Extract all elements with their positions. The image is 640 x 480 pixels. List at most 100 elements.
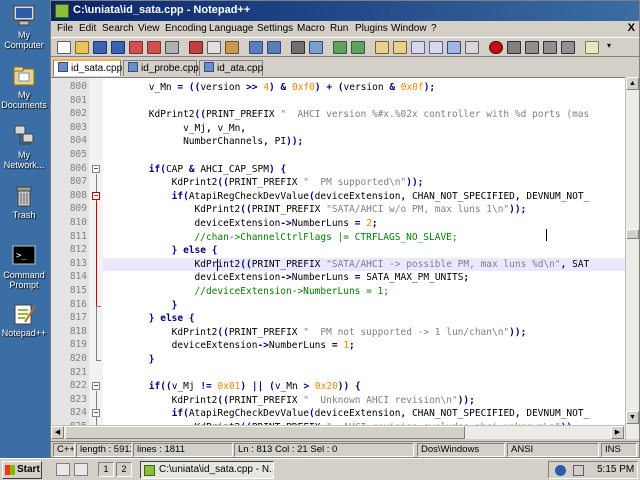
scroll-right-icon[interactable]: ▶ <box>611 426 624 439</box>
taskbar-item-notepadpp[interactable]: C:\uniata\id_sata.cpp - N... <box>140 461 274 479</box>
clock[interactable]: 5:15 PM <box>597 464 634 475</box>
menu-view[interactable]: View <box>138 23 160 34</box>
save-macro-icon[interactable] <box>561 41 575 54</box>
menu-encoding[interactable]: Encoding <box>165 23 207 34</box>
menu-search[interactable]: Search <box>102 23 134 34</box>
fold-toggle-icon[interactable]: − <box>92 164 100 173</box>
new-file-icon[interactable] <box>57 41 71 54</box>
desktop-icon-notepadpp[interactable]: Notepad++ <box>0 302 48 338</box>
code-line[interactable]: KdPrint2((PRINT_PREFIX "SATA/AHCI w/o PM… <box>103 203 625 217</box>
open-file-icon[interactable] <box>75 41 89 54</box>
scroll-left-icon[interactable]: ◀ <box>51 426 64 439</box>
code-line[interactable] <box>103 149 625 163</box>
menu-edit[interactable]: Edit <box>79 23 96 34</box>
zoom-out-icon[interactable] <box>351 41 365 54</box>
find-icon[interactable] <box>291 41 305 54</box>
code-editor[interactable]: 800 801 802 803 804 805 806 807 808 809 810 811 812 8… <box>51 77 625 439</box>
menu-settings[interactable]: Settings <box>257 23 293 34</box>
code-line[interactable]: v_Mn = ((version >> 4) & 0xf0) + (versio… <box>103 81 625 95</box>
code-line[interactable]: KdPrint2((PRINT_PREFIX " Unknown AHCI re… <box>103 394 625 408</box>
menu-macro[interactable]: Macro <box>297 23 325 34</box>
code-line[interactable]: deviceExtension->NumberLuns = SATA_MAX_P… <box>103 271 625 285</box>
code-line[interactable] <box>103 95 625 109</box>
code-line[interactable]: KdPrint2((PRINT_PREFIX " PM not supporte… <box>103 326 625 340</box>
scroll-up-icon[interactable]: ▲ <box>626 77 639 90</box>
close-document-button[interactable]: X <box>628 22 635 34</box>
code-line[interactable]: if(CAP & AHCI_CAP_SPM) { <box>103 163 625 177</box>
tab-id-probe[interactable]: id_probe.cpp <box>123 60 199 76</box>
code-area[interactable]: v_Mn = ((version >> 4) & 0xf0) + (versio… <box>103 78 625 439</box>
sync-horizontal-icon[interactable] <box>393 41 407 54</box>
menu-file[interactable]: File <box>57 23 73 34</box>
virtual-desktop-2[interactable]: 2 <box>116 462 132 477</box>
code-line[interactable]: NumberChannels, PI)); <box>103 135 625 149</box>
undo-icon[interactable] <box>249 41 263 54</box>
code-line[interactable]: } else { <box>103 244 625 258</box>
user-lang-icon[interactable] <box>465 41 479 54</box>
menu-run[interactable]: Run <box>330 23 348 34</box>
quick-launch-icon[interactable] <box>74 463 88 476</box>
desktop-icon-trash[interactable]: Trash <box>0 184 48 220</box>
record-macro-icon[interactable] <box>489 41 503 54</box>
play-macro-icon[interactable] <box>525 41 539 54</box>
word-wrap-icon[interactable] <box>411 41 425 54</box>
show-desktop-icon[interactable] <box>56 463 70 476</box>
play-macro-multi-icon[interactable] <box>543 41 557 54</box>
virtual-desktop-1[interactable]: 1 <box>98 462 114 477</box>
menu-help[interactable]: ? <box>431 23 437 34</box>
code-line[interactable]: } <box>103 299 625 313</box>
menu-window[interactable]: Window <box>391 23 427 34</box>
fold-toggle-icon[interactable]: − <box>92 382 100 391</box>
network-icon[interactable] <box>555 465 566 476</box>
replace-icon[interactable] <box>309 41 323 54</box>
redo-icon[interactable] <box>267 41 281 54</box>
print-icon[interactable] <box>165 41 179 54</box>
paste-icon[interactable] <box>225 41 239 54</box>
code-line-current[interactable]: KdPrint2((PRINT_PREFIX "SATA/AHCI -> pos… <box>103 257 625 272</box>
code-line[interactable]: //deviceExtension->NumberLuns = 1; <box>103 285 625 299</box>
save-icon[interactable] <box>93 41 107 54</box>
save-all-icon[interactable] <box>111 41 125 54</box>
fold-margin[interactable]: − − − − <box>89 78 103 439</box>
indent-guide-icon[interactable] <box>447 41 461 54</box>
fold-toggle-icon[interactable]: − <box>92 409 100 418</box>
desktop-icon-my-documents[interactable]: My Documents <box>0 64 48 110</box>
fold-toggle-icon[interactable]: − <box>92 191 100 200</box>
tab-id-ata[interactable]: id_ata.cpp <box>199 60 263 76</box>
code-line[interactable]: deviceExtension->NumberLuns = 1; <box>103 339 625 353</box>
close-icon[interactable] <box>129 41 143 54</box>
show-all-chars-icon[interactable] <box>429 41 443 54</box>
code-line[interactable]: if(AtapiRegCheckDevValue(deviceExtension… <box>103 190 625 204</box>
horizontal-scrollbar[interactable]: ◀ ▶ <box>51 425 625 439</box>
scroll-down-icon[interactable]: ▼ <box>626 411 639 424</box>
code-line[interactable]: if((v_Mj != 0x01) || (v_Mn > 0x20)) { <box>103 380 625 394</box>
tab-id-sata[interactable]: id_sata.cpp <box>53 59 122 76</box>
code-line[interactable]: KdPrint2((PRINT_PREFIX " PM supported\n"… <box>103 176 625 190</box>
zoom-in-icon[interactable] <box>333 41 347 54</box>
menu-language[interactable]: Language <box>209 23 254 34</box>
menu-plugins[interactable]: Plugins <box>355 23 388 34</box>
volume-icon[interactable] <box>573 465 584 476</box>
cut-icon[interactable] <box>189 41 203 54</box>
code-line[interactable]: } else { <box>103 312 625 326</box>
desktop-icon-my-network[interactable]: My Network... <box>0 124 48 170</box>
stop-macro-icon[interactable] <box>507 41 521 54</box>
code-line[interactable]: } <box>103 353 625 367</box>
vertical-scrollbar[interactable]: ▲ ▼ <box>625 77 639 439</box>
code-line[interactable]: KdPrint2((PRINT_PREFIX " AHCI version %#… <box>103 108 625 122</box>
close-all-icon[interactable] <box>147 41 161 54</box>
chevron-down-icon[interactable]: ▾ <box>607 41 617 54</box>
desktop-icon-command-prompt[interactable]: >_ Command Prompt <box>0 244 48 290</box>
code-line[interactable]: if(AtapiRegCheckDevValue(deviceExtension… <box>103 407 625 421</box>
spell-check-icon[interactable] <box>585 41 599 54</box>
horizontal-scroll-thumb[interactable] <box>65 426 465 439</box>
desktop-icon-my-computer[interactable]: My Computer <box>0 4 48 50</box>
title-bar[interactable]: C:\uniata\id_sata.cpp - Notepad++ <box>51 1 639 21</box>
vertical-scroll-thumb[interactable] <box>626 229 639 239</box>
sync-vertical-icon[interactable] <box>375 41 389 54</box>
copy-icon[interactable] <box>207 41 221 54</box>
code-line[interactable] <box>103 367 625 381</box>
code-line[interactable]: v_Mj, v_Mn, <box>103 122 625 136</box>
line-number: 805 <box>69 149 87 160</box>
start-button[interactable]: Start <box>2 461 42 479</box>
